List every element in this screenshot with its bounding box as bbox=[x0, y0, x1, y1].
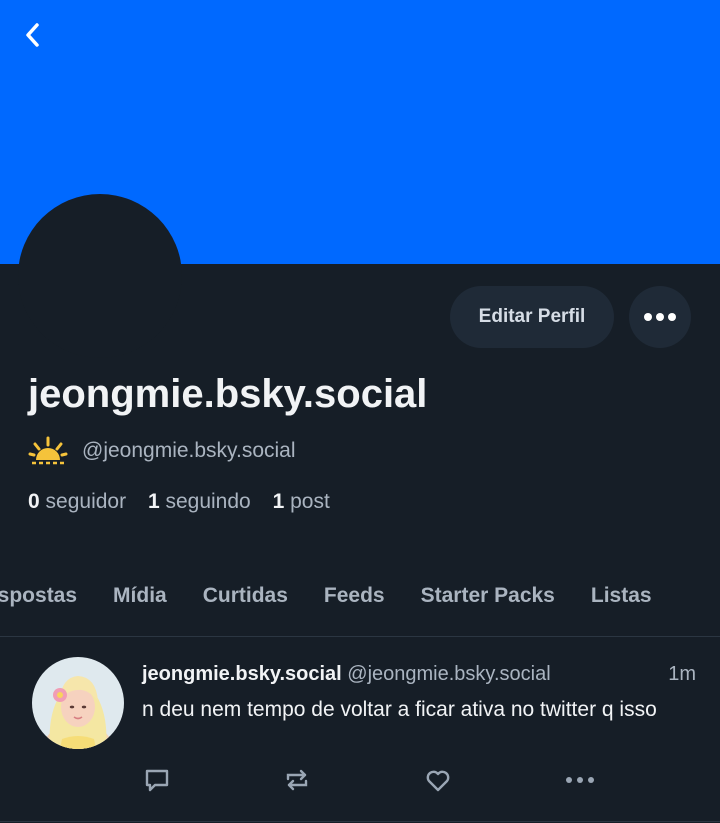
post-text: n deu nem tempo de voltar a ficar ativa … bbox=[142, 698, 657, 721]
tab-starter-packs[interactable]: Starter Packs bbox=[421, 584, 555, 608]
profile-more-button[interactable] bbox=[629, 286, 691, 348]
post-more-button[interactable] bbox=[565, 765, 595, 795]
followers-label: seguidor bbox=[45, 490, 127, 513]
back-button[interactable] bbox=[16, 18, 50, 52]
profile-stats: 0 seguidor 1 seguindo 1 post bbox=[28, 490, 346, 514]
ellipsis-icon bbox=[644, 313, 676, 321]
post-item[interactable]: jeongmie.bsky.social @jeongmie.bsky.soci… bbox=[0, 637, 720, 822]
following-label: seguindo bbox=[165, 490, 251, 513]
profile-handle-row: @jeongmie.bsky.social bbox=[28, 436, 296, 466]
post-actions bbox=[142, 765, 612, 795]
tab-midia[interactable]: Mídia bbox=[113, 584, 167, 608]
post-author-name[interactable]: jeongmie.bsky.social bbox=[142, 663, 342, 685]
like-button[interactable] bbox=[423, 765, 453, 795]
post-timestamp[interactable]: 1m bbox=[668, 663, 696, 686]
followers-count: 0 bbox=[28, 490, 40, 513]
sunrise-emoji-icon bbox=[28, 436, 68, 465]
posts-stat: 1 post bbox=[273, 490, 330, 513]
reply-icon bbox=[145, 769, 169, 792]
profile-avatar[interactable] bbox=[18, 194, 182, 358]
tab-feeds[interactable]: Feeds bbox=[324, 584, 385, 608]
profile-display-name: jeongmie.bsky.social bbox=[28, 372, 428, 416]
post-author-avatar[interactable] bbox=[32, 657, 124, 749]
post-author-handle[interactable]: @jeongmie.bsky.social bbox=[347, 663, 550, 685]
avatar-photo bbox=[32, 657, 124, 749]
followers-stat[interactable]: 0 seguidor bbox=[28, 490, 126, 513]
chevron-left-icon bbox=[26, 23, 39, 47]
following-stat[interactable]: 1 seguindo bbox=[148, 490, 251, 513]
tab-curtidas[interactable]: Curtidas bbox=[203, 584, 288, 608]
posts-count: 1 bbox=[272, 490, 285, 513]
profile-tabs: espostas Mídia Curtidas Feeds Starter Pa… bbox=[0, 578, 720, 637]
edit-profile-button[interactable]: Editar Perfil bbox=[450, 286, 614, 348]
repost-icon bbox=[286, 769, 308, 791]
reply-button[interactable] bbox=[142, 765, 172, 795]
posts-label: post bbox=[290, 490, 330, 513]
tab-respostas[interactable]: espostas bbox=[0, 584, 77, 608]
post-header: jeongmie.bsky.social @jeongmie.bsky.soci… bbox=[142, 663, 696, 686]
like-icon bbox=[426, 770, 450, 792]
profile-handle: @jeongmie.bsky.social bbox=[82, 439, 296, 462]
repost-button[interactable] bbox=[282, 765, 312, 795]
following-count: 1 bbox=[147, 490, 160, 513]
tab-listas[interactable]: Listas bbox=[591, 584, 652, 608]
more-icon bbox=[566, 777, 594, 783]
